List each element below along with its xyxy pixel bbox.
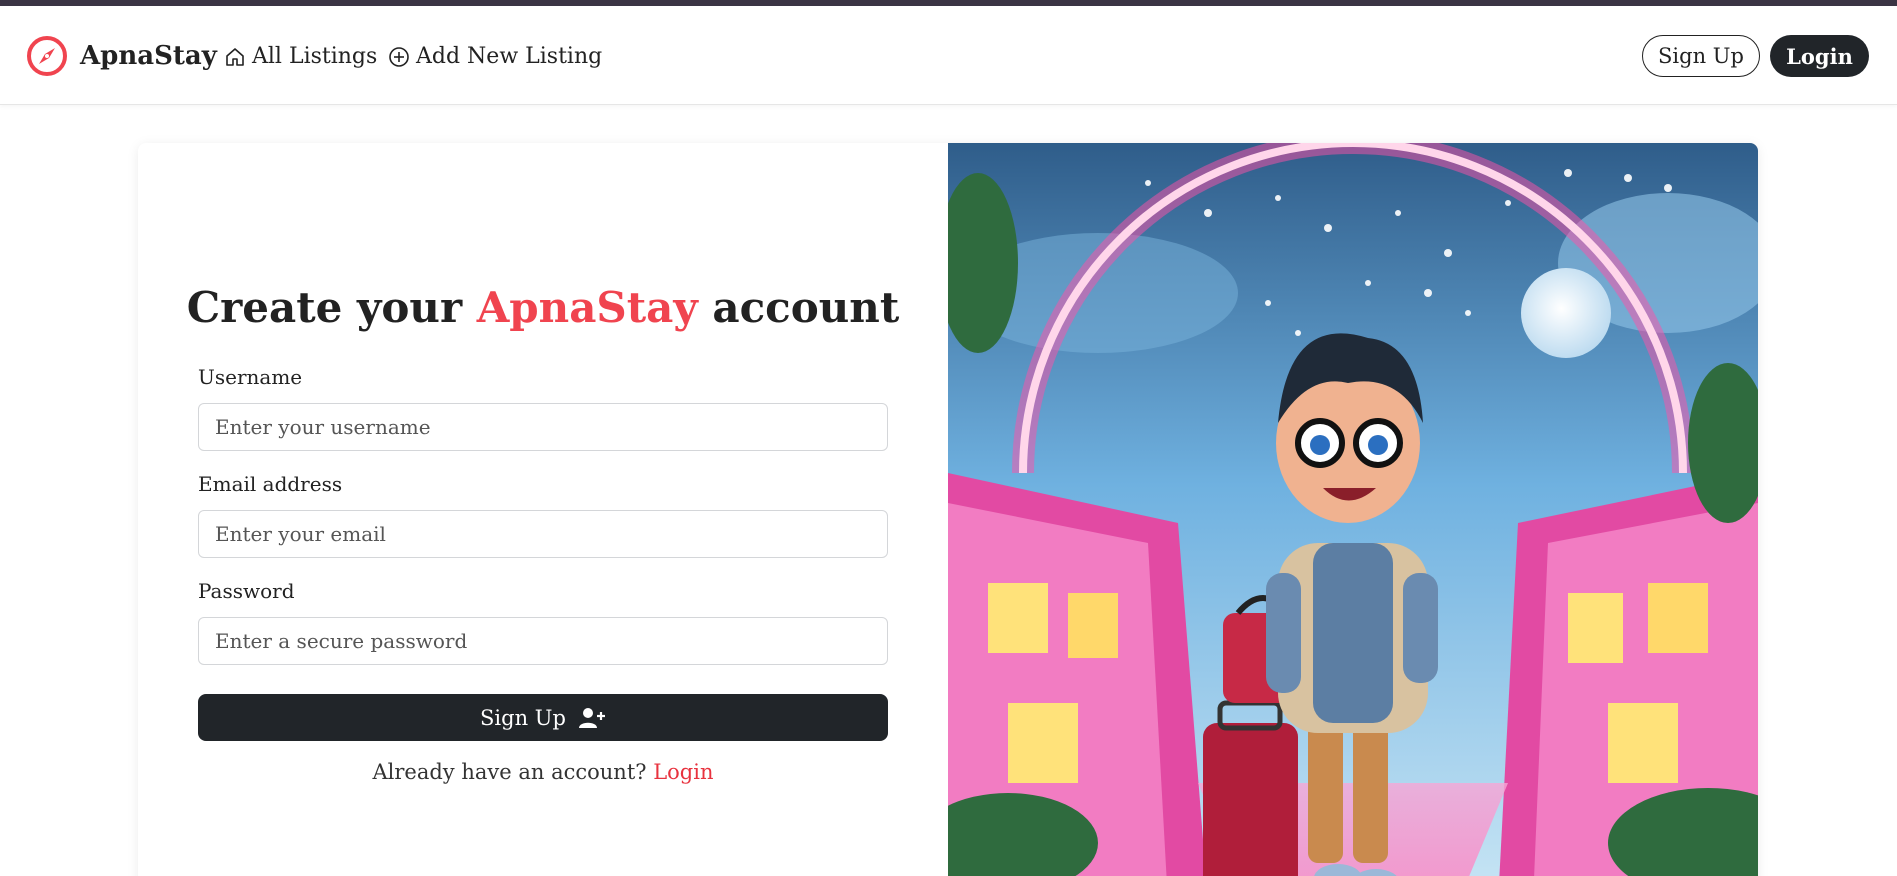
username-input[interactable] (198, 403, 888, 451)
signup-form: Create your ApnaStay account Username Em… (138, 143, 948, 876)
brand-name: ApnaStay (80, 41, 217, 71)
home-icon (226, 47, 244, 66)
nav-all-listings[interactable]: All Listings (224, 44, 377, 69)
compass-icon (27, 36, 67, 76)
nav-login-button[interactable]: Login (1770, 35, 1869, 77)
email-input[interactable] (198, 510, 888, 558)
title-prefix: Create your (186, 283, 477, 332)
login-link[interactable]: Login (653, 760, 713, 784)
plus-circle-icon (389, 46, 409, 67)
login-prompt-text: Already have an account? (372, 760, 654, 784)
user-plus-icon (578, 707, 605, 728)
signup-card: Create your ApnaStay account Username Em… (138, 143, 1758, 876)
signup-submit-label: Sign Up (480, 705, 566, 730)
nav-add-listing[interactable]: Add New Listing (388, 44, 602, 69)
signup-submit-button[interactable]: Sign Up (198, 694, 888, 741)
password-input[interactable] (198, 617, 888, 665)
nav-add-listing-label: Add New Listing (416, 44, 603, 69)
email-label: Email address (198, 472, 343, 496)
traveler-illustration (948, 143, 1758, 876)
hero-illustration (948, 143, 1758, 876)
nav-all-listings-label: All Listings (252, 44, 378, 69)
brand-link[interactable]: ApnaStay (26, 35, 217, 77)
nav-signup-button[interactable]: Sign Up (1642, 35, 1760, 77)
page-title: Create your ApnaStay account (138, 283, 948, 332)
login-prompt: Already have an account? Login (138, 760, 948, 784)
username-label: Username (198, 365, 303, 389)
title-suffix: account (697, 283, 900, 332)
password-label: Password (198, 579, 295, 603)
navbar: ApnaStay All Listings Add New Listing Si… (0, 6, 1897, 105)
title-brand: ApnaStay (476, 283, 698, 332)
